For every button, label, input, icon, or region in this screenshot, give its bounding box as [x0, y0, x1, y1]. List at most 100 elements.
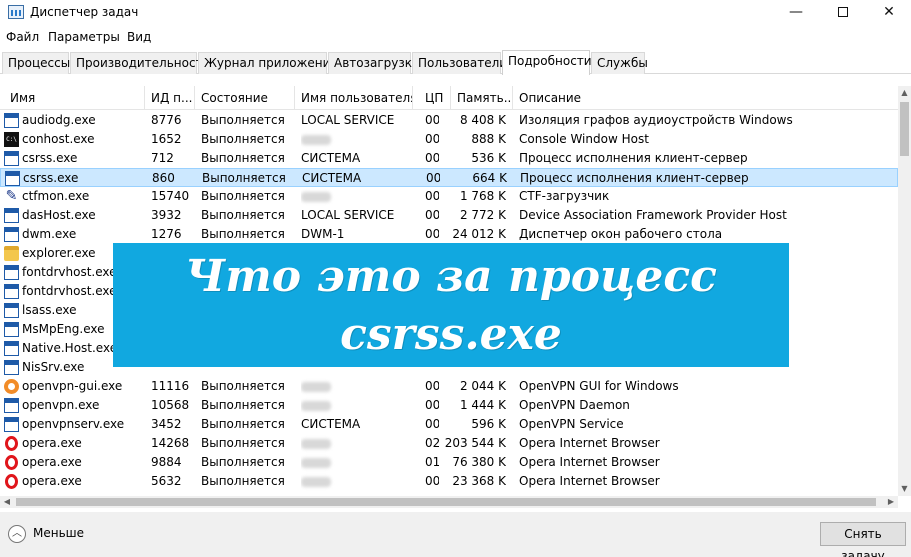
- tab-services[interactable]: Службы: [591, 52, 648, 74]
- scroll-left-arrow-icon[interactable]: ◀: [0, 496, 14, 508]
- close-button[interactable]: ✕: [866, 0, 911, 26]
- window-icon: [4, 360, 19, 375]
- table-row[interactable]: ✎ ctfmon.exe 15740 Выполняется 00 1 768 K CTF-…: [0, 187, 898, 206]
- process-user: [301, 396, 419, 415]
- process-state: Выполняется: [201, 208, 285, 222]
- table-row[interactable]: openvpnserv.exe 3452 Выполняется СИСТЕМА 00 5…: [0, 415, 898, 434]
- process-name-text: Native.Host.exe: [22, 341, 118, 355]
- window-icon: [4, 303, 19, 318]
- redacted-username: [301, 476, 331, 487]
- table-row[interactable]: C:\ conhost.exe 1652 Выполняется 00 888 K Cons…: [0, 130, 898, 149]
- chevron-up-icon[interactable]: ︿: [8, 525, 26, 543]
- horizontal-scrollbar[interactable]: ◀ ▶: [0, 496, 898, 508]
- tab-details[interactable]: Подробности: [502, 50, 592, 75]
- console-icon: C:\: [4, 132, 19, 147]
- minimize-button[interactable]: —: [773, 0, 819, 26]
- redacted-username: [301, 457, 331, 468]
- column-memory[interactable]: Память...: [451, 86, 513, 110]
- process-name-text: opera.exe: [22, 436, 82, 450]
- opera-icon: [5, 455, 18, 470]
- process-description: Изоляция графов аудиоустройств Windows: [519, 113, 793, 127]
- process-user: DWM-1: [301, 227, 345, 241]
- process-cpu: 00: [425, 151, 439, 165]
- table-row[interactable]: csrss.exe 860 Выполняется СИСТЕМА 00 664 K Про…: [0, 168, 898, 187]
- redacted-username: [301, 400, 331, 411]
- scroll-right-arrow-icon[interactable]: ▶: [884, 496, 898, 508]
- column-state[interactable]: Состояние: [195, 86, 295, 110]
- table-row[interactable]: csrss.exe 712 Выполняется СИСТЕМА 00 536 K Про…: [0, 149, 898, 168]
- process-description: CTF-загрузчик: [519, 189, 610, 203]
- process-name-text: explorer.exe: [22, 246, 96, 260]
- table-row[interactable]: audiodg.exe 8776 Выполняется LOCAL SERVICE 0…: [0, 111, 898, 130]
- column-description[interactable]: Описание: [513, 86, 898, 110]
- table-row[interactable]: dasHost.exe 3932 Выполняется LOCAL SERVICE 0…: [0, 206, 898, 225]
- maximize-button[interactable]: [820, 0, 866, 26]
- fewer-details-link[interactable]: Меньше: [33, 526, 84, 540]
- process-pid: 3932: [151, 208, 182, 222]
- process-pid: 860: [152, 171, 175, 185]
- tab-performance[interactable]: Производительность: [70, 52, 210, 74]
- process-name: ✎ ctfmon.exe: [4, 187, 144, 206]
- horizontal-scroll-thumb[interactable]: [16, 498, 876, 506]
- opera-icon: [5, 474, 18, 489]
- process-memory: 1 768 K: [459, 189, 506, 203]
- process-description: Device Association Framework Provider Ho…: [519, 208, 787, 222]
- process-state: Выполняется: [202, 171, 286, 185]
- process-name-text: ctfmon.exe: [22, 189, 90, 203]
- process-user: [301, 187, 419, 206]
- tab-startup[interactable]: Автозагрузка: [328, 52, 419, 74]
- table-row[interactable]: opera.exe 14268 Выполняется 02 203 544 K Oper…: [0, 434, 898, 453]
- tab-processes[interactable]: Процессы: [2, 52, 70, 74]
- process-name-text: openvpnserv.exe: [22, 417, 125, 431]
- table-row[interactable]: openvpn-gui.exe 11116 Выполняется 00 2 044 K…: [0, 377, 898, 396]
- scroll-down-arrow-icon[interactable]: ▼: [898, 482, 911, 496]
- process-pid: 3452: [151, 417, 182, 431]
- column-pid[interactable]: ИД п...: [145, 86, 195, 110]
- process-name: C:\ conhost.exe: [4, 130, 144, 149]
- vertical-scrollbar[interactable]: ▲ ▼: [898, 86, 911, 496]
- menu-file[interactable]: Файл: [6, 30, 39, 44]
- table-row[interactable]: opera.exe 9884 Выполняется 01 76 380 K Opera …: [0, 453, 898, 472]
- vertical-scroll-thumb[interactable]: [900, 102, 909, 156]
- column-user[interactable]: Имя пользователя: [295, 86, 413, 110]
- process-description: Процесс исполнения клиент-сервер: [520, 171, 749, 185]
- process-name-text: opera.exe: [22, 474, 82, 488]
- process-state: Выполняется: [201, 379, 285, 393]
- process-name: openvpn.exe: [4, 396, 144, 415]
- process-name-text: audiodg.exe: [22, 113, 96, 127]
- process-cpu: 00: [425, 189, 439, 203]
- table-row[interactable]: opera.exe 5632 Выполняется 00 23 368 K Opera …: [0, 472, 898, 491]
- process-cpu: 00: [425, 398, 439, 412]
- process-name: audiodg.exe: [4, 111, 144, 130]
- process-name-text: csrss.exe: [22, 151, 78, 165]
- process-name: openvpnserv.exe: [4, 415, 144, 434]
- process-pid: 9884: [151, 455, 182, 469]
- redacted-username: [301, 381, 331, 392]
- scroll-up-arrow-icon[interactable]: ▲: [898, 86, 911, 100]
- tab-users[interactable]: Пользователи: [412, 52, 507, 74]
- process-cpu: 00: [425, 379, 439, 393]
- window-icon: [4, 265, 19, 280]
- process-pid: 8776: [151, 113, 182, 127]
- end-task-button[interactable]: Снять задачу: [820, 522, 906, 557]
- banner-title: Что это за процесс: [185, 251, 717, 302]
- process-memory: 664 K: [472, 171, 507, 185]
- pen-icon: ✎: [5, 188, 18, 204]
- process-user: [301, 434, 419, 453]
- process-description: Opera Internet Browser: [519, 436, 660, 450]
- table-row[interactable]: dwm.exe 1276 Выполняется DWM-1 00 24 012 K Дис…: [0, 225, 898, 244]
- menu-view[interactable]: Вид: [127, 30, 151, 44]
- title-bar: Диспетчер задач — ✕: [0, 0, 911, 26]
- table-header: Имя ИД п... Состояние Имя пользователя Ц…: [0, 86, 898, 110]
- table-row[interactable]: openvpn.exe 10568 Выполняется 00 1 444 K Open…: [0, 396, 898, 415]
- process-user: СИСТЕМА: [302, 171, 362, 185]
- menu-options[interactable]: Параметры: [48, 30, 120, 44]
- column-name[interactable]: Имя: [4, 86, 145, 110]
- process-user: СИСТЕМА: [301, 151, 361, 165]
- window-icon: [4, 341, 19, 356]
- process-memory: 2 772 K: [459, 208, 506, 222]
- tab-app-history[interactable]: Журнал приложений: [198, 52, 338, 74]
- column-cpu[interactable]: ЦП: [413, 86, 451, 110]
- process-name-text: dasHost.exe: [22, 208, 96, 222]
- process-cpu: 00: [425, 227, 439, 241]
